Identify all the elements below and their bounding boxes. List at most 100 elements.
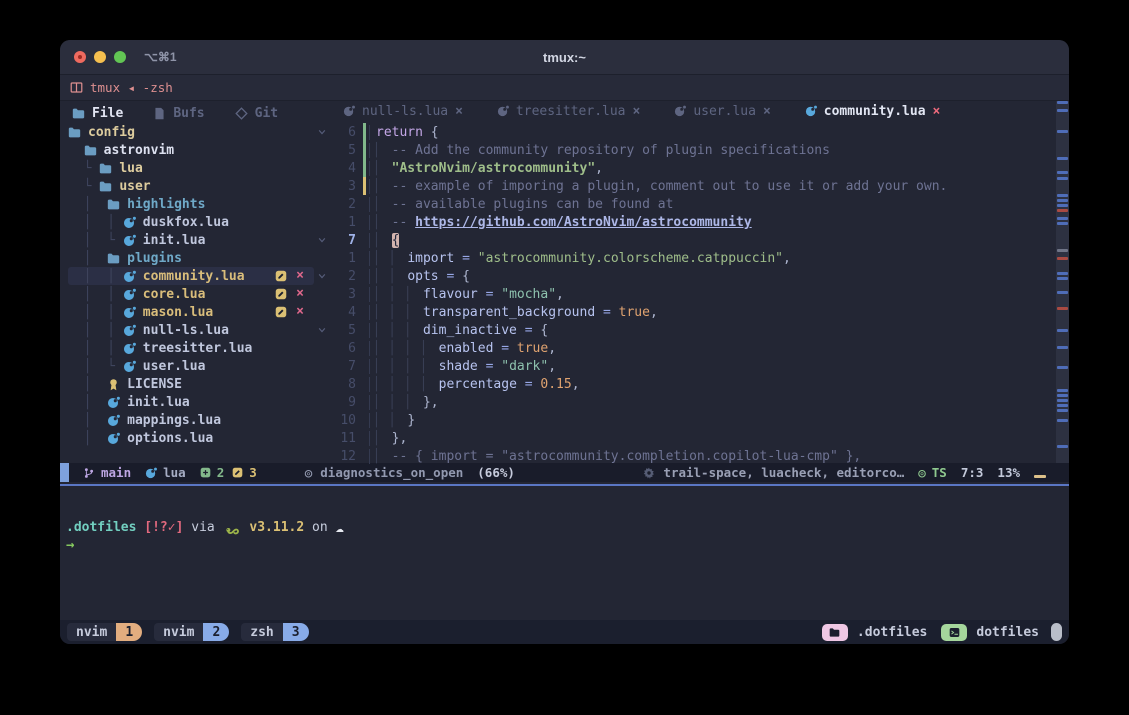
prompt-segment: [!?✓] [136, 520, 183, 535]
sources-label: trail-space, luacheck, editorco… [663, 465, 904, 480]
buffer-close-icon[interactable]: × [763, 104, 771, 119]
scrollbar-mark [1057, 346, 1068, 349]
tree-item-astronvim[interactable]: astronvim [68, 141, 314, 159]
close-window-button[interactable] [74, 51, 86, 63]
buffer-close-icon[interactable]: × [933, 104, 941, 119]
fold-chevron-icon[interactable] [314, 128, 330, 136]
tree-tab-bufs[interactable]: Bufs [153, 106, 204, 121]
folder-icon [99, 162, 113, 175]
modified-pencil-icon [275, 270, 287, 282]
git-sign [363, 159, 366, 177]
git-changed-widget: 3 [232, 465, 257, 480]
tmux-status-dotfiles: .dotfiles [822, 624, 927, 641]
buffer-tab-null-ls-lua[interactable]: null-ls.lua× [326, 104, 480, 119]
line-number: 4 [330, 161, 363, 176]
git-branch-icon [83, 467, 95, 479]
zoom-window-button[interactable] [114, 51, 126, 63]
code-token: opts [407, 269, 438, 284]
tree-item-community-lua[interactable]: │ │ community.lua× [68, 267, 314, 285]
tmux-window-name: nvim [154, 623, 203, 641]
code-text: ▏ -- https://github.com/AstroNvim/astroc… [369, 215, 752, 230]
tree-item-label: astronvim [104, 143, 174, 158]
minimize-window-button[interactable] [94, 51, 106, 63]
tree-indent-guides: │ [68, 395, 107, 410]
tree-indent-guides: │ │ [68, 341, 123, 356]
ribbon-icon [107, 378, 121, 391]
tmux-window-nvim-2[interactable]: nvim2 [154, 623, 229, 641]
unsaved-close-icon[interactable]: × [296, 270, 304, 282]
tree-tab-git[interactable]: Git [235, 106, 278, 121]
tree-item-plugins[interactable]: │ plugins [68, 249, 314, 267]
code-buffer[interactable]: 6return {5▏ -- Add the community reposit… [314, 121, 1069, 465]
buffer-tab-user-lua[interactable]: user.lua× [657, 104, 787, 119]
indent-guide: ▏ ▏ ▏ [376, 395, 423, 410]
nvim-pane: File Bufs Git config astronvim └ lua └ use… [60, 101, 1069, 463]
cloud-icon: ☁ [336, 520, 344, 536]
tmux-window-nvim-1[interactable]: nvim1 [67, 623, 142, 641]
tree-item-mappings-lua[interactable]: │ mappings.lua [68, 411, 314, 429]
lsp-progress-label: diagnostics_on_open [320, 465, 463, 480]
unsaved-close-icon[interactable]: × [296, 288, 304, 300]
code-line: 6▏ ▏ ▏ ▏ enabled = true, [314, 339, 1069, 357]
tree-indent-guides: │ [68, 251, 107, 266]
scrollbar-mark [1057, 445, 1068, 448]
code-text: ▏ ▏ ▏ ▏ enabled = true, [369, 341, 556, 356]
code-token [454, 269, 462, 284]
tree-item-user-lua[interactable]: │ └ user.lua [68, 357, 314, 375]
code-token: -- [392, 215, 415, 230]
unsaved-close-icon[interactable]: × [296, 306, 304, 318]
tree-item-LICENSE[interactable]: │ LICENSE [68, 375, 314, 393]
tmux-window-zsh-3[interactable]: zsh3 [241, 623, 308, 641]
fold-chevron-icon[interactable] [314, 236, 330, 244]
buffer-close-icon[interactable]: × [455, 104, 463, 119]
tree-tab-label: Git [255, 106, 278, 121]
folder-icon [72, 107, 85, 120]
tree-item-options-lua[interactable]: │ options.lua [68, 429, 314, 447]
line-number: 2 [330, 269, 363, 284]
tree-item-highlights[interactable]: │ highlights [68, 195, 314, 213]
tree-item-init-lua[interactable]: │ init.lua [68, 393, 314, 411]
line-number: 5 [330, 143, 363, 158]
git-sign [363, 375, 366, 393]
tmux-panes-icon [70, 81, 83, 94]
code-line: 7▏ ▏ ▏ ▏ shade = "dark", [314, 357, 1069, 375]
shell-pane[interactable]: .dotfiles [!?✓] via v3.11.2 on ☁ → [60, 488, 1069, 620]
buffer-tab-treesitter-lua[interactable]: treesitter.lua× [480, 104, 657, 119]
tree-item-lua[interactable]: └ lua [68, 159, 314, 177]
indent-guide: ▏ ▏ [376, 269, 407, 284]
git-sign [363, 285, 366, 303]
scroll-percent: 13% [997, 465, 1020, 480]
tree-indent-guides: │ [68, 431, 107, 446]
fold-chevron-icon[interactable] [314, 272, 330, 280]
filetype-label: lua [163, 465, 186, 480]
tree-item-duskfox-lua[interactable]: │ │ duskfox.lua [68, 213, 314, 231]
git-badges: × [275, 270, 304, 282]
lua-icon [123, 306, 137, 319]
git-added-count: 2 [217, 465, 225, 480]
tree-item-core-lua[interactable]: │ │ core.lua× [68, 285, 314, 303]
tree-indent-guides: │ └ [68, 233, 123, 248]
indent-guide: ▏ ▏ ▏ [376, 287, 423, 302]
tree-item-mason-lua[interactable]: │ │ mason.lua× [68, 303, 314, 321]
tree-item-config[interactable]: config [68, 123, 314, 141]
indent-guide: ▏ ▏ ▏ ▏ [376, 377, 439, 392]
tree-item-init-lua[interactable]: │ └ init.lua [68, 231, 314, 249]
lua-icon [123, 342, 137, 355]
tmux-tab-strip[interactable]: tmux ◂ -zsh [60, 75, 1069, 101]
buffer-close-icon[interactable]: × [633, 104, 641, 119]
tree-item-treesitter-lua[interactable]: │ │ treesitter.lua [68, 339, 314, 357]
scrollbar-mark [1057, 399, 1068, 402]
editor-scrollbar[interactable] [1056, 101, 1069, 463]
git-branch-widget[interactable]: main [83, 465, 131, 480]
tree-tab-file[interactable]: File [72, 106, 123, 121]
tree-item-label: mappings.lua [127, 413, 221, 428]
fold-chevron-icon[interactable] [314, 326, 330, 334]
git-sign [363, 123, 366, 141]
tree-item-user[interactable]: └ user [68, 177, 314, 195]
folder-icon [822, 624, 848, 641]
code-line: 9▏ ▏ ▏ }, [314, 393, 1069, 411]
code-token: dim_inactive [423, 323, 517, 338]
tree-item-null-ls-lua[interactable]: │ │ null-ls.lua [68, 321, 314, 339]
shell-prompt: .dotfiles [!?✓] via v3.11.2 on ☁ [66, 518, 1069, 537]
buffer-tab-community-lua[interactable]: community.lua× [788, 104, 958, 119]
